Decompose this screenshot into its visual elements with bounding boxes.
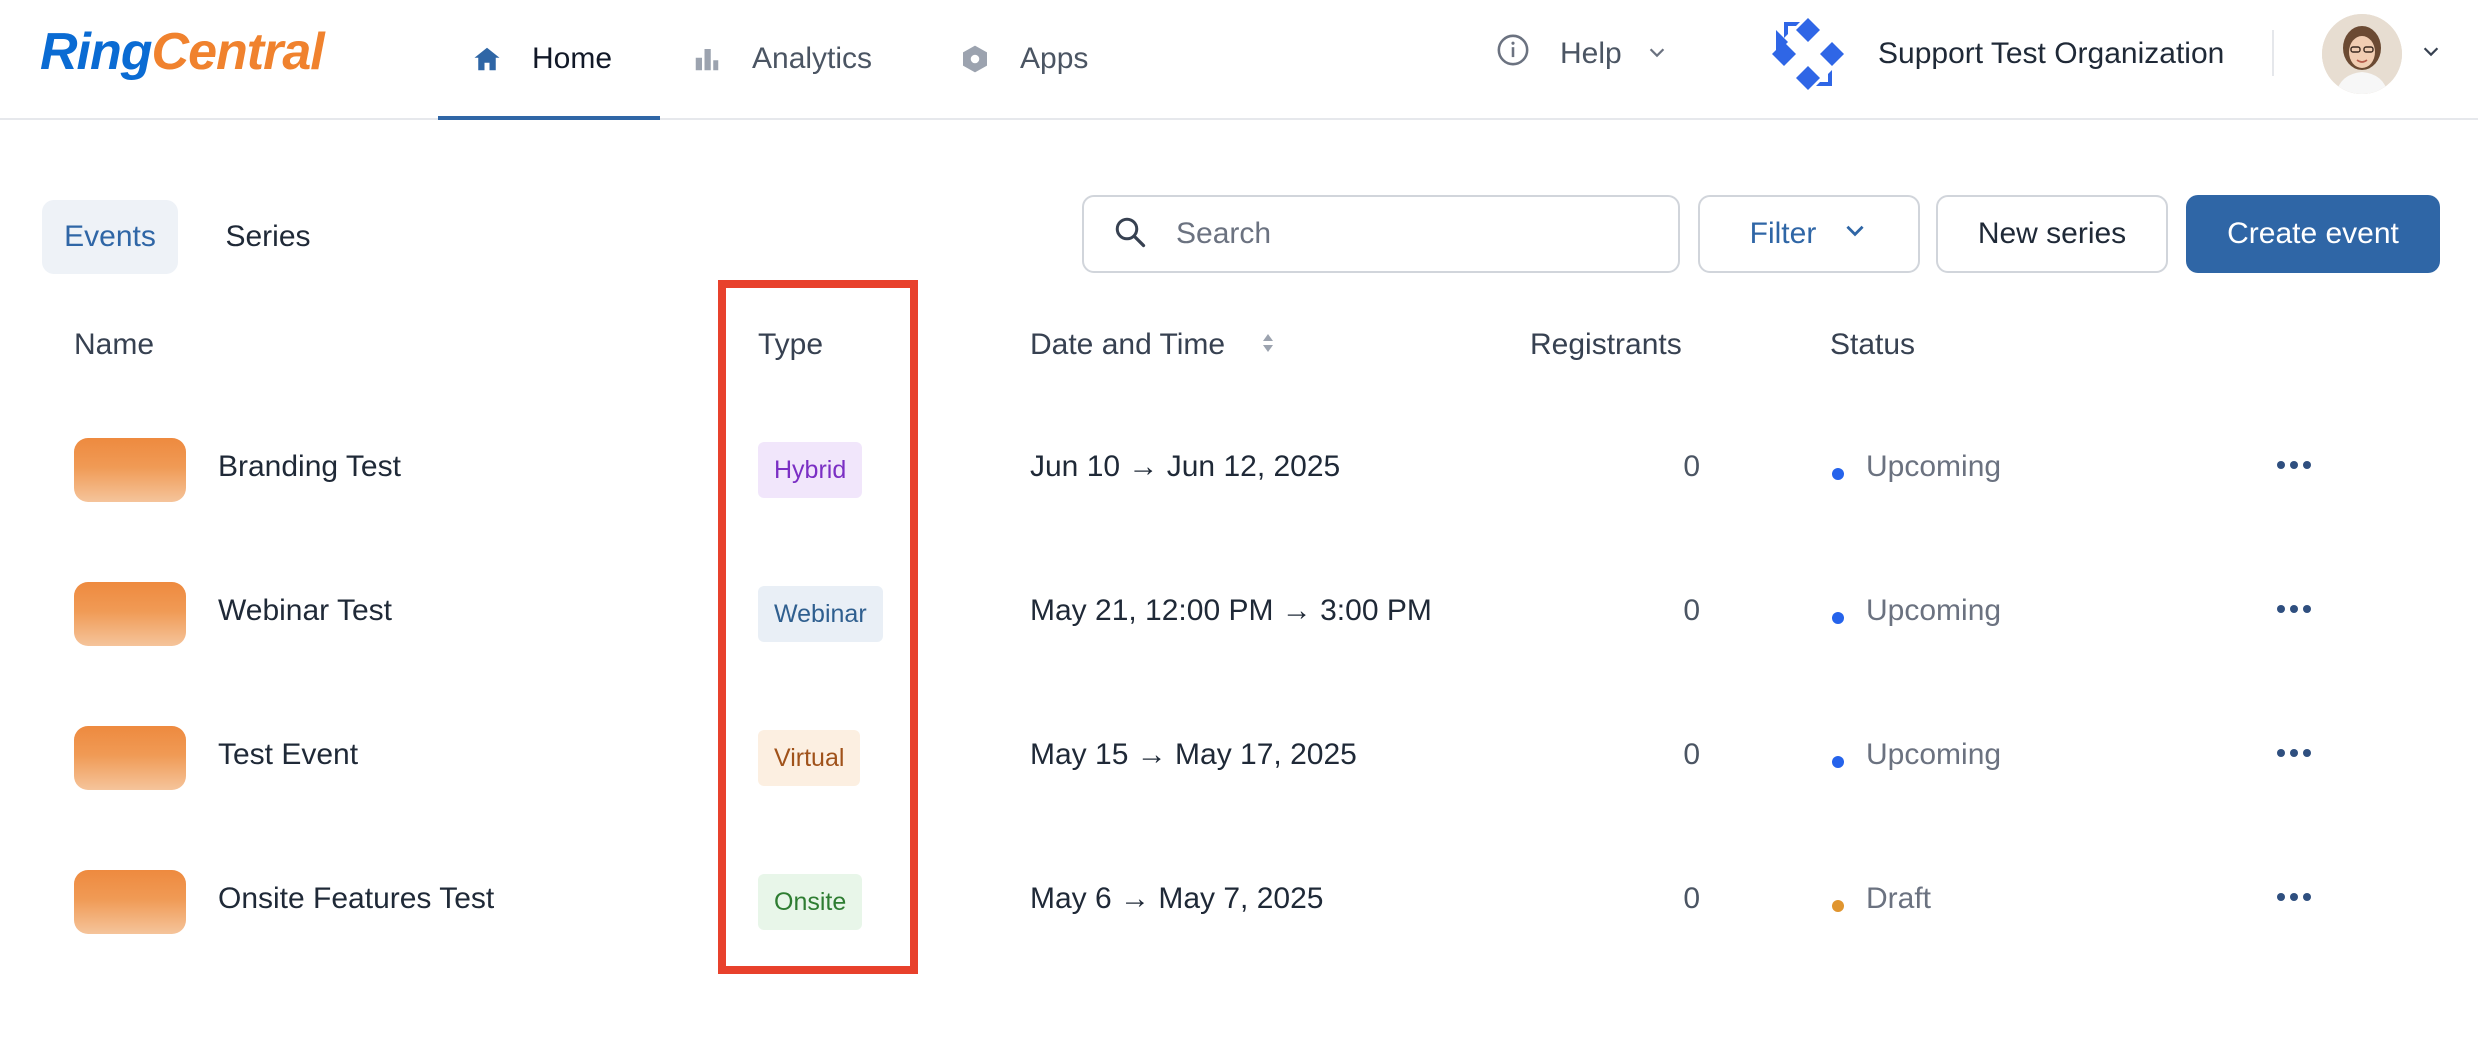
chevron-down-icon xyxy=(1842,217,1868,251)
ringcentral-logo[interactable]: Ring Central xyxy=(40,22,325,82)
event-name[interactable]: Test Event xyxy=(218,738,358,772)
event-date: May 15 → May 17, 2025 xyxy=(1030,738,1357,771)
registrant-count: 0 xyxy=(1683,738,1700,771)
status-dot xyxy=(1832,612,1844,624)
filter-button[interactable]: Filter xyxy=(1698,195,1920,273)
table-row[interactable]: Branding Test Hybrid Jun 10 → Jun 12, 20… xyxy=(0,404,2478,524)
status-dot xyxy=(1832,468,1844,480)
search-input[interactable] xyxy=(1174,216,1638,252)
registrant-count: 0 xyxy=(1683,450,1700,483)
nav-item-apps[interactable]: Apps xyxy=(958,0,1088,118)
nav-item-label: Home xyxy=(532,42,613,75)
status-dot xyxy=(1832,756,1844,768)
organization-name: Support Test Organization xyxy=(1878,37,2225,70)
event-name[interactable]: Onsite Features Test xyxy=(218,882,494,916)
logo-central-text: Central xyxy=(151,23,325,81)
column-header-date[interactable]: Date and Time xyxy=(1030,328,1275,362)
event-thumbnail xyxy=(74,870,186,934)
nav-item-home[interactable]: Home xyxy=(438,0,660,120)
sort-icon[interactable] xyxy=(1261,328,1275,362)
registrant-count: 0 xyxy=(1683,882,1700,915)
help-label: Help xyxy=(1560,37,1622,70)
more-options-icon[interactable] xyxy=(2272,728,2316,778)
tab-events[interactable]: Events xyxy=(42,200,178,274)
column-header-status: Status xyxy=(1830,328,1916,361)
column-header-name: Name xyxy=(74,328,155,361)
user-avatar[interactable] xyxy=(2322,14,2402,94)
info-circle-icon xyxy=(1496,33,1530,75)
top-navigation-bar: Ring Central Home Analytics Apps Help Su… xyxy=(0,0,2478,120)
event-date: Jun 10 → Jun 12, 2025 xyxy=(1030,450,1341,483)
nav-item-label: Apps xyxy=(1020,42,1089,75)
filter-label: Filter xyxy=(1749,217,1817,250)
tab-series[interactable]: Series xyxy=(208,200,328,274)
status-label: Draft xyxy=(1866,882,1932,915)
hexagon-apps-icon xyxy=(958,42,992,76)
create-event-button[interactable]: Create event xyxy=(2186,195,2440,273)
event-name[interactable]: Webinar Test xyxy=(218,594,392,628)
event-thumbnail xyxy=(74,726,186,790)
event-thumbnail xyxy=(74,582,186,646)
table-row[interactable]: Webinar Test Webinar May 21, 12:00 PM → … xyxy=(0,548,2478,668)
event-name[interactable]: Branding Test xyxy=(218,450,401,484)
bar-chart-icon xyxy=(690,42,724,76)
table-row[interactable]: Onsite Features Test Onsite May 6 → May … xyxy=(0,836,2478,956)
divider xyxy=(2272,30,2274,76)
active-tab-underline xyxy=(438,116,660,120)
table-row[interactable]: Test Event Virtual May 15 → May 17, 2025… xyxy=(0,692,2478,812)
event-date: May 6 → May 7, 2025 xyxy=(1030,882,1324,915)
organization-switcher[interactable]: Support Test Organization xyxy=(1766,12,2224,96)
organization-logo-icon xyxy=(1766,12,1850,96)
status-label: Upcoming xyxy=(1866,594,2002,627)
type-column-highlight xyxy=(718,280,918,974)
more-options-icon[interactable] xyxy=(2272,584,2316,634)
status-label: Upcoming xyxy=(1866,450,2002,483)
chevron-down-icon xyxy=(1646,37,1668,71)
more-options-icon[interactable] xyxy=(2272,872,2316,922)
logo-ring-text: Ring xyxy=(40,23,153,81)
home-icon xyxy=(470,42,504,76)
search-icon xyxy=(1112,214,1148,255)
chevron-down-icon[interactable] xyxy=(2420,40,2442,67)
column-header-date-label: Date and Time xyxy=(1030,328,1226,361)
event-thumbnail xyxy=(74,438,186,502)
nav-item-analytics[interactable]: Analytics xyxy=(690,0,872,118)
new-series-button[interactable]: New series xyxy=(1936,195,2168,273)
help-menu[interactable]: Help xyxy=(1496,0,1668,108)
more-options-icon[interactable] xyxy=(2272,440,2316,490)
event-date: May 21, 12:00 PM → 3:00 PM xyxy=(1030,594,1432,627)
status-dot xyxy=(1832,900,1844,912)
status-label: Upcoming xyxy=(1866,738,2002,771)
nav-item-label: Analytics xyxy=(752,42,873,75)
registrant-count: 0 xyxy=(1683,594,1700,627)
column-header-registrants: Registrants xyxy=(1530,328,1682,361)
search-box[interactable] xyxy=(1082,195,1680,273)
